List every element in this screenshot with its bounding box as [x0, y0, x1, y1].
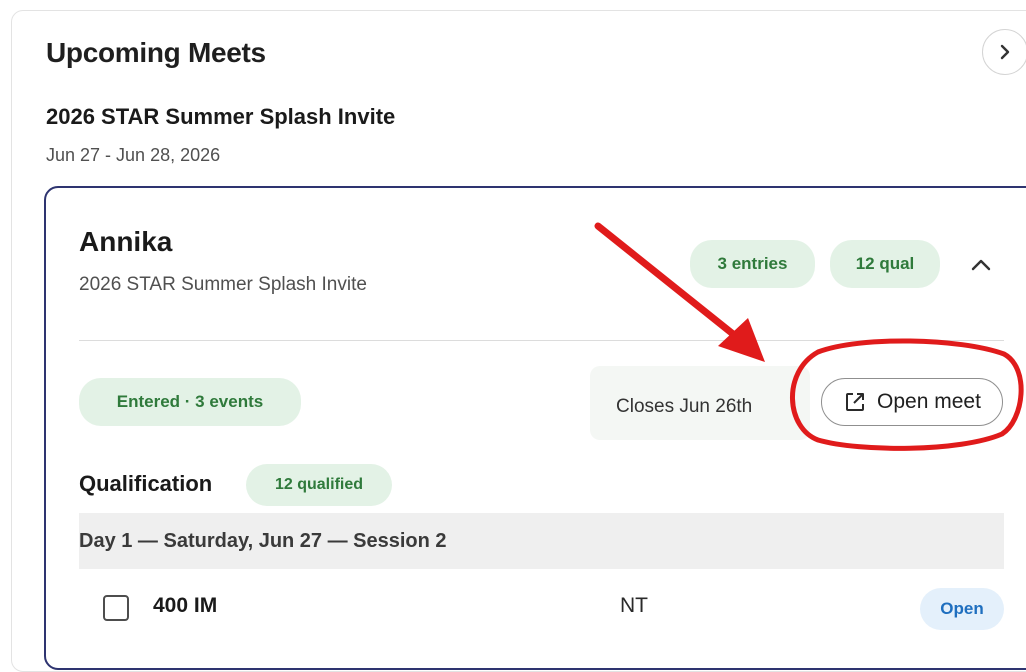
- chevron-up-icon: [971, 259, 991, 271]
- entries-badge: 3 entries: [690, 240, 815, 288]
- external-link-icon: [846, 393, 865, 411]
- chevron-right-icon: [1000, 44, 1010, 60]
- divider: [79, 340, 1004, 341]
- closes-date: Closes Jun 26th: [616, 396, 753, 417]
- event-name: 400 IM: [153, 594, 218, 617]
- swimmer-meet-name: 2026 STAR Summer Splash Invite: [79, 274, 367, 295]
- session-header: Day 1 — Saturday, Jun 27 — Session 2: [79, 513, 1004, 569]
- event-checkbox[interactable]: [103, 595, 129, 621]
- session-header-label: Day 1 — Saturday, Jun 27 — Session 2: [79, 529, 447, 552]
- swimmer-name: Annika: [79, 226, 173, 257]
- page-title: Upcoming Meets: [46, 37, 266, 68]
- qualified-count-badge: 12 qualified: [246, 464, 392, 506]
- collapse-button[interactable]: [960, 244, 1002, 286]
- entry-status-badge: Entered · 3 events: [79, 378, 301, 426]
- open-meet-button[interactable]: Open meet: [821, 378, 1003, 426]
- meet-name: 2026 STAR Summer Splash Invite: [46, 104, 396, 129]
- next-button[interactable]: [982, 29, 1026, 75]
- event-seed-time: NT: [620, 594, 648, 617]
- open-meet-label: Open meet: [877, 390, 981, 413]
- qualification-label: Qualification: [79, 471, 213, 496]
- qual-badge: 12 qual: [830, 240, 940, 288]
- event-status-badge: Open: [920, 588, 1004, 630]
- meet-dates: Jun 27 - Jun 28, 2026: [46, 145, 221, 165]
